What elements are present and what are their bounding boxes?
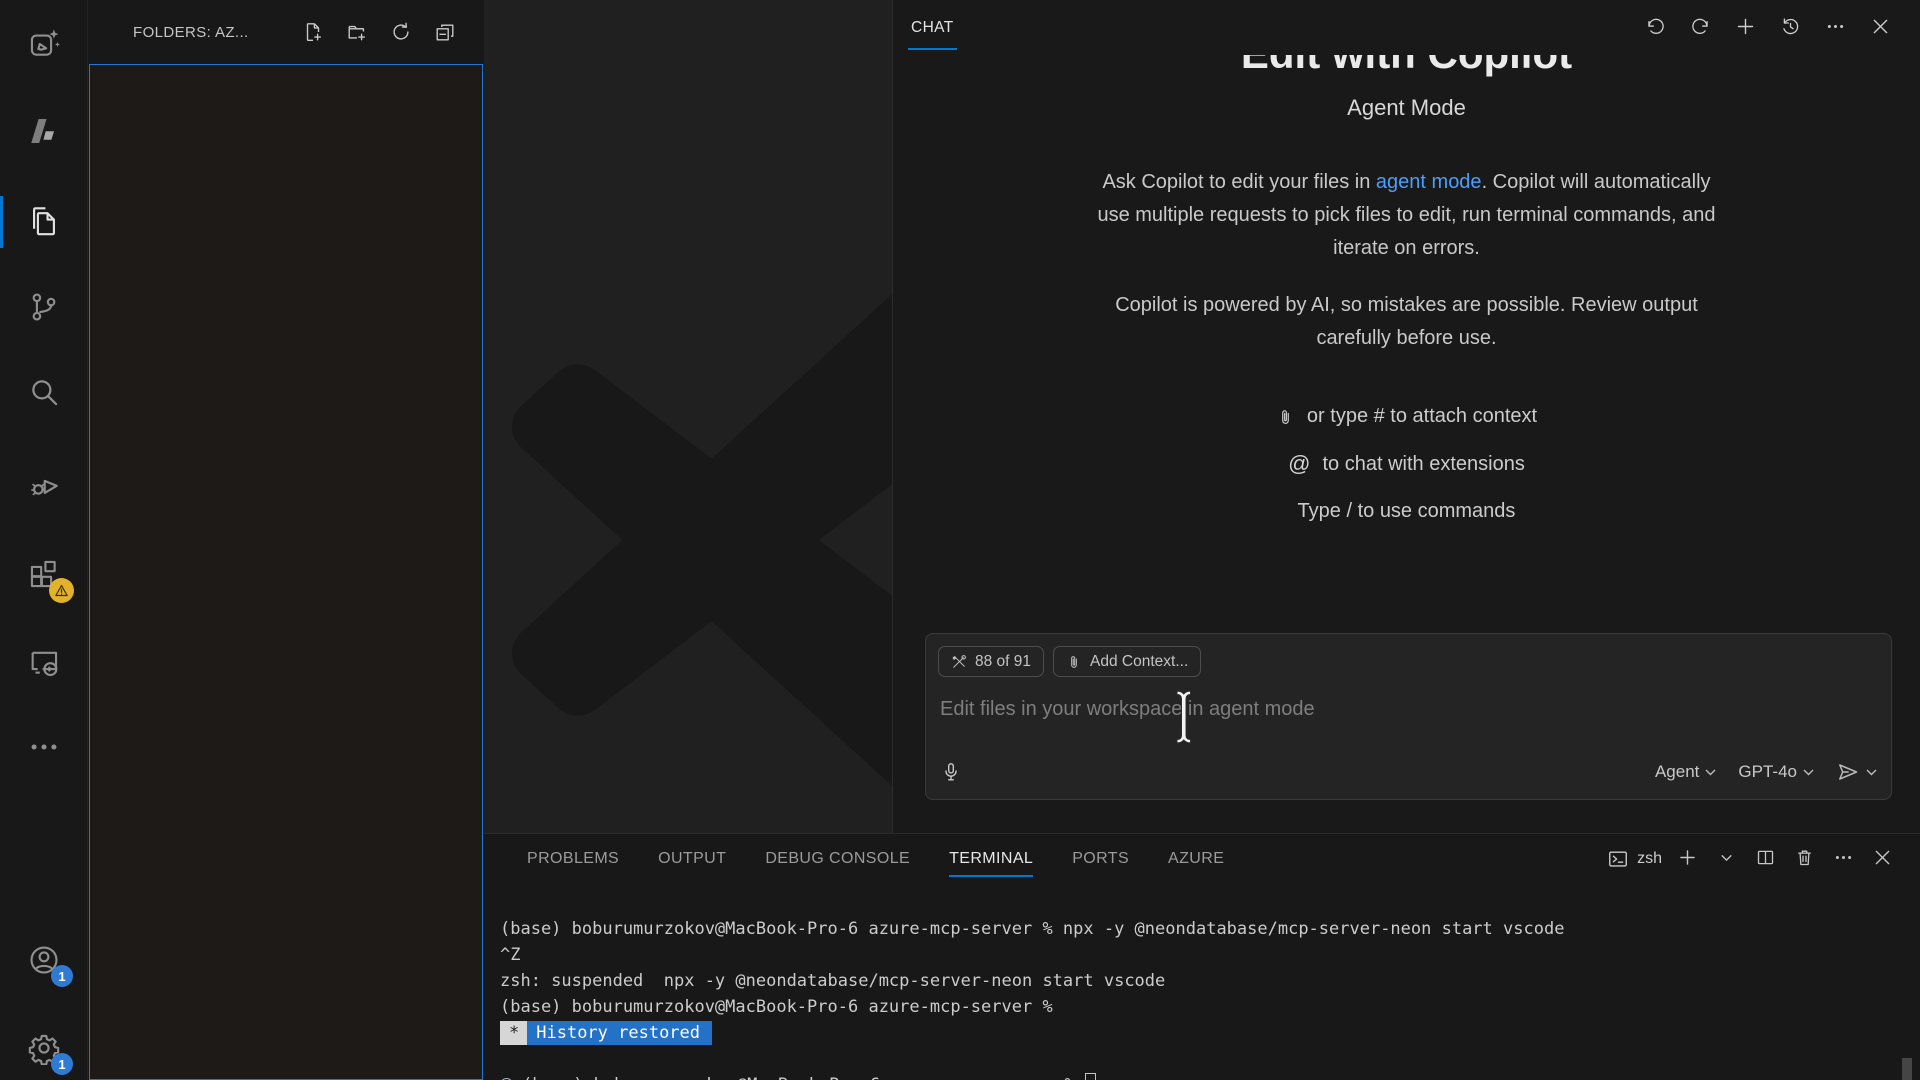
send-icon[interactable] bbox=[1836, 760, 1860, 784]
new-chat-icon[interactable] bbox=[1735, 16, 1759, 40]
kill-terminal-icon[interactable] bbox=[1794, 847, 1818, 871]
folders-tree[interactable] bbox=[89, 64, 483, 1080]
chevron-down-icon bbox=[1803, 769, 1814, 776]
at-symbol: @ bbox=[1288, 451, 1310, 477]
chat-header: CHAT bbox=[893, 0, 1920, 55]
search-icon[interactable] bbox=[22, 370, 66, 414]
terminal-scrollbar[interactable] bbox=[1902, 1058, 1912, 1080]
redo-icon[interactable] bbox=[1690, 16, 1714, 40]
terminal-history-restored-line: *History restored bbox=[500, 1020, 1914, 1046]
history-marker: * bbox=[500, 1021, 527, 1045]
account-badge: 1 bbox=[51, 965, 73, 987]
chat-subtitle: Agent Mode bbox=[893, 95, 1920, 121]
bottom-panel: PROBLEMS OUTPUT DEBUG CONSOLE TERMINAL P… bbox=[484, 833, 1920, 1080]
tools-icon bbox=[951, 654, 967, 670]
tab-problems[interactable]: PROBLEMS bbox=[527, 834, 619, 883]
chat-more-icon[interactable] bbox=[1825, 16, 1849, 40]
model-picker[interactable]: GPT-4o bbox=[1738, 762, 1814, 782]
microphone-icon[interactable] bbox=[940, 761, 962, 783]
sidebar-folders: FOLDERS: AZ... bbox=[89, 0, 484, 1080]
new-terminal-icon[interactable] bbox=[1677, 847, 1701, 871]
chat-title: Edit with Copilot bbox=[893, 55, 1920, 80]
settings-badge: 1 bbox=[51, 1053, 73, 1075]
p1-pre: Ask Copilot to edit your files in bbox=[1102, 171, 1375, 193]
hint-attach-context: or type # to attach context bbox=[1276, 405, 1537, 428]
copilot-edits-icon[interactable] bbox=[22, 22, 66, 66]
chat-welcome: Edit with Copilot Agent Mode Ask Copilot… bbox=[893, 55, 1920, 600]
add-context-label: Add Context... bbox=[1090, 653, 1188, 671]
vscode-logo-watermark bbox=[512, 200, 892, 833]
activity-bar: 1 1 bbox=[0, 0, 88, 1080]
new-file-icon[interactable] bbox=[300, 19, 326, 45]
editor-area[interactable] bbox=[484, 0, 892, 833]
refresh-icon[interactable] bbox=[388, 19, 414, 45]
hint-extensions: @ to chat with extensions bbox=[1288, 451, 1525, 477]
azure-icon[interactable] bbox=[22, 109, 66, 153]
more-icon[interactable] bbox=[22, 725, 66, 769]
undo-icon[interactable] bbox=[1645, 16, 1669, 40]
add-context-button[interactable]: Add Context... bbox=[1053, 646, 1201, 677]
panel-close-icon[interactable] bbox=[1872, 847, 1896, 871]
terminal-cursor bbox=[1085, 1073, 1096, 1080]
settings-gear-icon[interactable]: 1 bbox=[22, 1026, 66, 1070]
terminal-line: (base) boburumurzokov@MacBook-Pro-6 azur… bbox=[500, 916, 1914, 942]
mode-picker[interactable]: Agent bbox=[1655, 762, 1716, 782]
hint-attach-text: or type # to attach context bbox=[1307, 405, 1537, 428]
run-debug-icon[interactable] bbox=[22, 461, 66, 505]
split-terminal-icon[interactable] bbox=[1755, 847, 1779, 871]
chat-panel: CHAT bbox=[892, 0, 1920, 833]
tab-chat[interactable]: CHAT bbox=[908, 0, 957, 55]
agent-mode-link[interactable]: agent mode bbox=[1376, 171, 1482, 193]
tab-ports[interactable]: PORTS bbox=[1072, 834, 1129, 883]
tab-terminal[interactable]: TERMINAL bbox=[949, 834, 1033, 883]
active-view-indicator bbox=[0, 196, 3, 248]
paperclip-icon bbox=[1276, 406, 1295, 428]
chat-paragraph-2: Copilot is powered by AI, so mistakes ar… bbox=[1087, 289, 1727, 355]
send-options-chevron-icon[interactable] bbox=[1866, 769, 1877, 776]
chat-paragraph-1: Ask Copilot to edit your files in agent … bbox=[1087, 166, 1727, 265]
chat-input-box[interactable]: 88 of 91 Add Context... Edit files in yo… bbox=[925, 633, 1892, 800]
sidebar-header: FOLDERS: AZ... bbox=[89, 0, 484, 64]
sidebar-title: FOLDERS: AZ... bbox=[133, 24, 249, 41]
extensions-warning-badge bbox=[49, 578, 74, 603]
hint-commands-text: Type / to use commands bbox=[1298, 500, 1516, 523]
panel-more-icon[interactable] bbox=[1833, 847, 1857, 871]
terminal-icon bbox=[1607, 848, 1629, 870]
terminal-line: (base) boburumurzokov@MacBook-Pro-6 azur… bbox=[500, 994, 1914, 1020]
terminal-blank-line bbox=[500, 1046, 1914, 1072]
chevron-down-icon bbox=[1705, 769, 1716, 776]
extensions-icon[interactable] bbox=[22, 552, 66, 596]
tab-azure[interactable]: AZURE bbox=[1168, 834, 1224, 883]
terminal-profile-chevron-icon[interactable] bbox=[1716, 847, 1740, 871]
explorer-icon[interactable] bbox=[22, 199, 66, 243]
history-icon[interactable] bbox=[1780, 16, 1804, 40]
source-control-icon[interactable] bbox=[22, 285, 66, 329]
paperclip-icon bbox=[1066, 654, 1082, 670]
terminal-prompt-line: (base) boburumurzokov@MacBook-Pro-6 azur… bbox=[500, 1072, 1914, 1080]
account-icon[interactable]: 1 bbox=[22, 938, 66, 982]
shell-session-button[interactable]: zsh bbox=[1607, 848, 1662, 870]
collapse-all-icon[interactable] bbox=[432, 19, 458, 45]
remote-explorer-icon[interactable] bbox=[22, 640, 66, 684]
mode-label: Agent bbox=[1655, 762, 1699, 782]
chat-hints: or type # to attach context @ to chat wi… bbox=[893, 405, 1920, 523]
chat-close-icon[interactable] bbox=[1870, 16, 1894, 40]
tab-output[interactable]: OUTPUT bbox=[658, 834, 726, 883]
tools-count-label: 88 of 91 bbox=[975, 653, 1031, 671]
terminal-line: zsh: suspended npx -y @neondatabase/mcp-… bbox=[500, 968, 1914, 994]
terminal-prompt: (base) boburumurzokov@MacBook-Pro-6 azur… bbox=[522, 1075, 1075, 1080]
tools-count-button[interactable]: 88 of 91 bbox=[938, 646, 1044, 677]
tab-debug-console[interactable]: DEBUG CONSOLE bbox=[765, 834, 910, 883]
history-restored-badge: History restored bbox=[527, 1021, 712, 1045]
terminal-output[interactable]: (base) boburumurzokov@MacBook-Pro-6 azur… bbox=[484, 883, 1914, 1080]
terminal-line: ^Z bbox=[500, 942, 1914, 968]
new-folder-icon[interactable] bbox=[344, 19, 370, 45]
hint-commands: Type / to use commands bbox=[1298, 500, 1516, 523]
panel-header: PROBLEMS OUTPUT DEBUG CONSOLE TERMINAL P… bbox=[484, 834, 1920, 883]
shell-name: zsh bbox=[1637, 850, 1662, 868]
vscode-window: 1 1 FOLDERS: AZ... bbox=[0, 0, 1920, 1080]
chat-input-placeholder[interactable]: Edit files in your workspace in agent mo… bbox=[940, 698, 1315, 721]
hint-extensions-text: to chat with extensions bbox=[1323, 453, 1525, 476]
model-label: GPT-4o bbox=[1738, 762, 1797, 782]
